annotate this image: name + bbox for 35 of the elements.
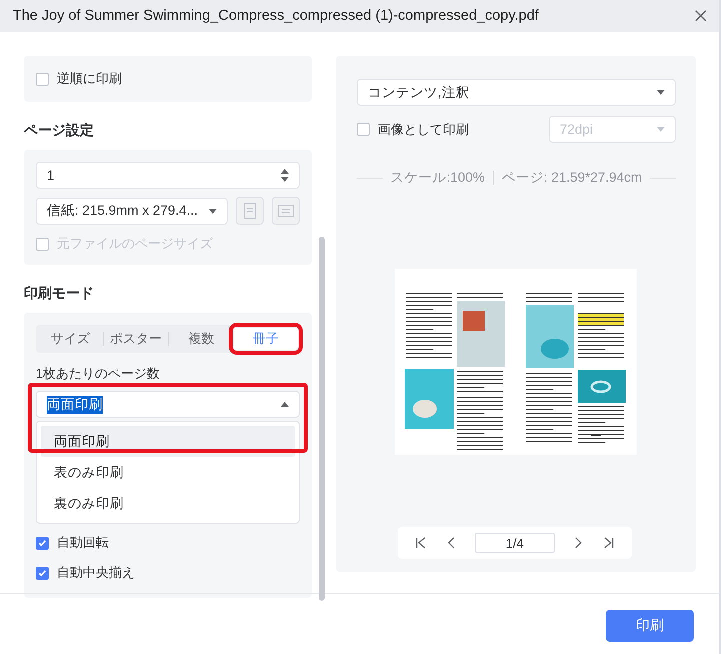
- paper-size-select[interactable]: 信紙: 215.9mm x 279.4...: [36, 198, 228, 224]
- close-icon[interactable]: [695, 10, 707, 22]
- checkbox[interactable]: [36, 566, 49, 580]
- stepper-icon[interactable]: [281, 169, 289, 182]
- section-heading: 印刷モード: [24, 285, 95, 303]
- checkbox-label: 逆順に印刷: [57, 70, 122, 88]
- caret-icon: [281, 402, 289, 407]
- portrait-page-icon: [244, 203, 256, 219]
- mode-tab[interactable]: 冊子: [234, 328, 298, 350]
- checkbox[interactable]: [357, 123, 370, 136]
- caret-icon: [209, 208, 217, 214]
- checkbox[interactable]: [36, 536, 49, 550]
- window-title: The Joy of Summer Swimming_Compress_compressed (1)-compressed_copy.pdf: [13, 8, 539, 24]
- page-number-field[interactable]: 1/4: [474, 533, 555, 553]
- scrollbar-thumb[interactable]: [319, 237, 325, 601]
- scale-text: スケール:100%: [390, 169, 485, 187]
- duplex-select[interactable]: 両面印刷: [36, 391, 300, 418]
- checkbox[interactable]: [36, 72, 49, 86]
- checkmark-icon: [38, 568, 47, 578]
- checkmark-icon: [38, 538, 47, 548]
- mode-tab[interactable]: ポスター: [104, 328, 168, 350]
- checkbox-label: 画像として印刷: [378, 120, 469, 138]
- checkbox-label: 自動回転: [57, 534, 109, 552]
- page-size-text: ページ: 21.59*27.94cm: [502, 169, 642, 187]
- caret-icon: [657, 127, 665, 132]
- checkbox-label: 自動中央揃え: [57, 564, 135, 582]
- landscape-page-icon: [278, 205, 294, 217]
- content-select[interactable]: コンテンツ,注釈: [357, 79, 676, 106]
- section-heading: ページ設定: [24, 122, 95, 140]
- caret-icon: [657, 90, 665, 95]
- field-label: 1枚あたりのページ数: [36, 365, 162, 383]
- mode-tab[interactable]: サイズ: [38, 328, 102, 350]
- print-button[interactable]: 印刷: [606, 610, 694, 642]
- copies-field[interactable]: 1: [36, 162, 300, 189]
- mode-tab[interactable]: 複数: [169, 328, 234, 350]
